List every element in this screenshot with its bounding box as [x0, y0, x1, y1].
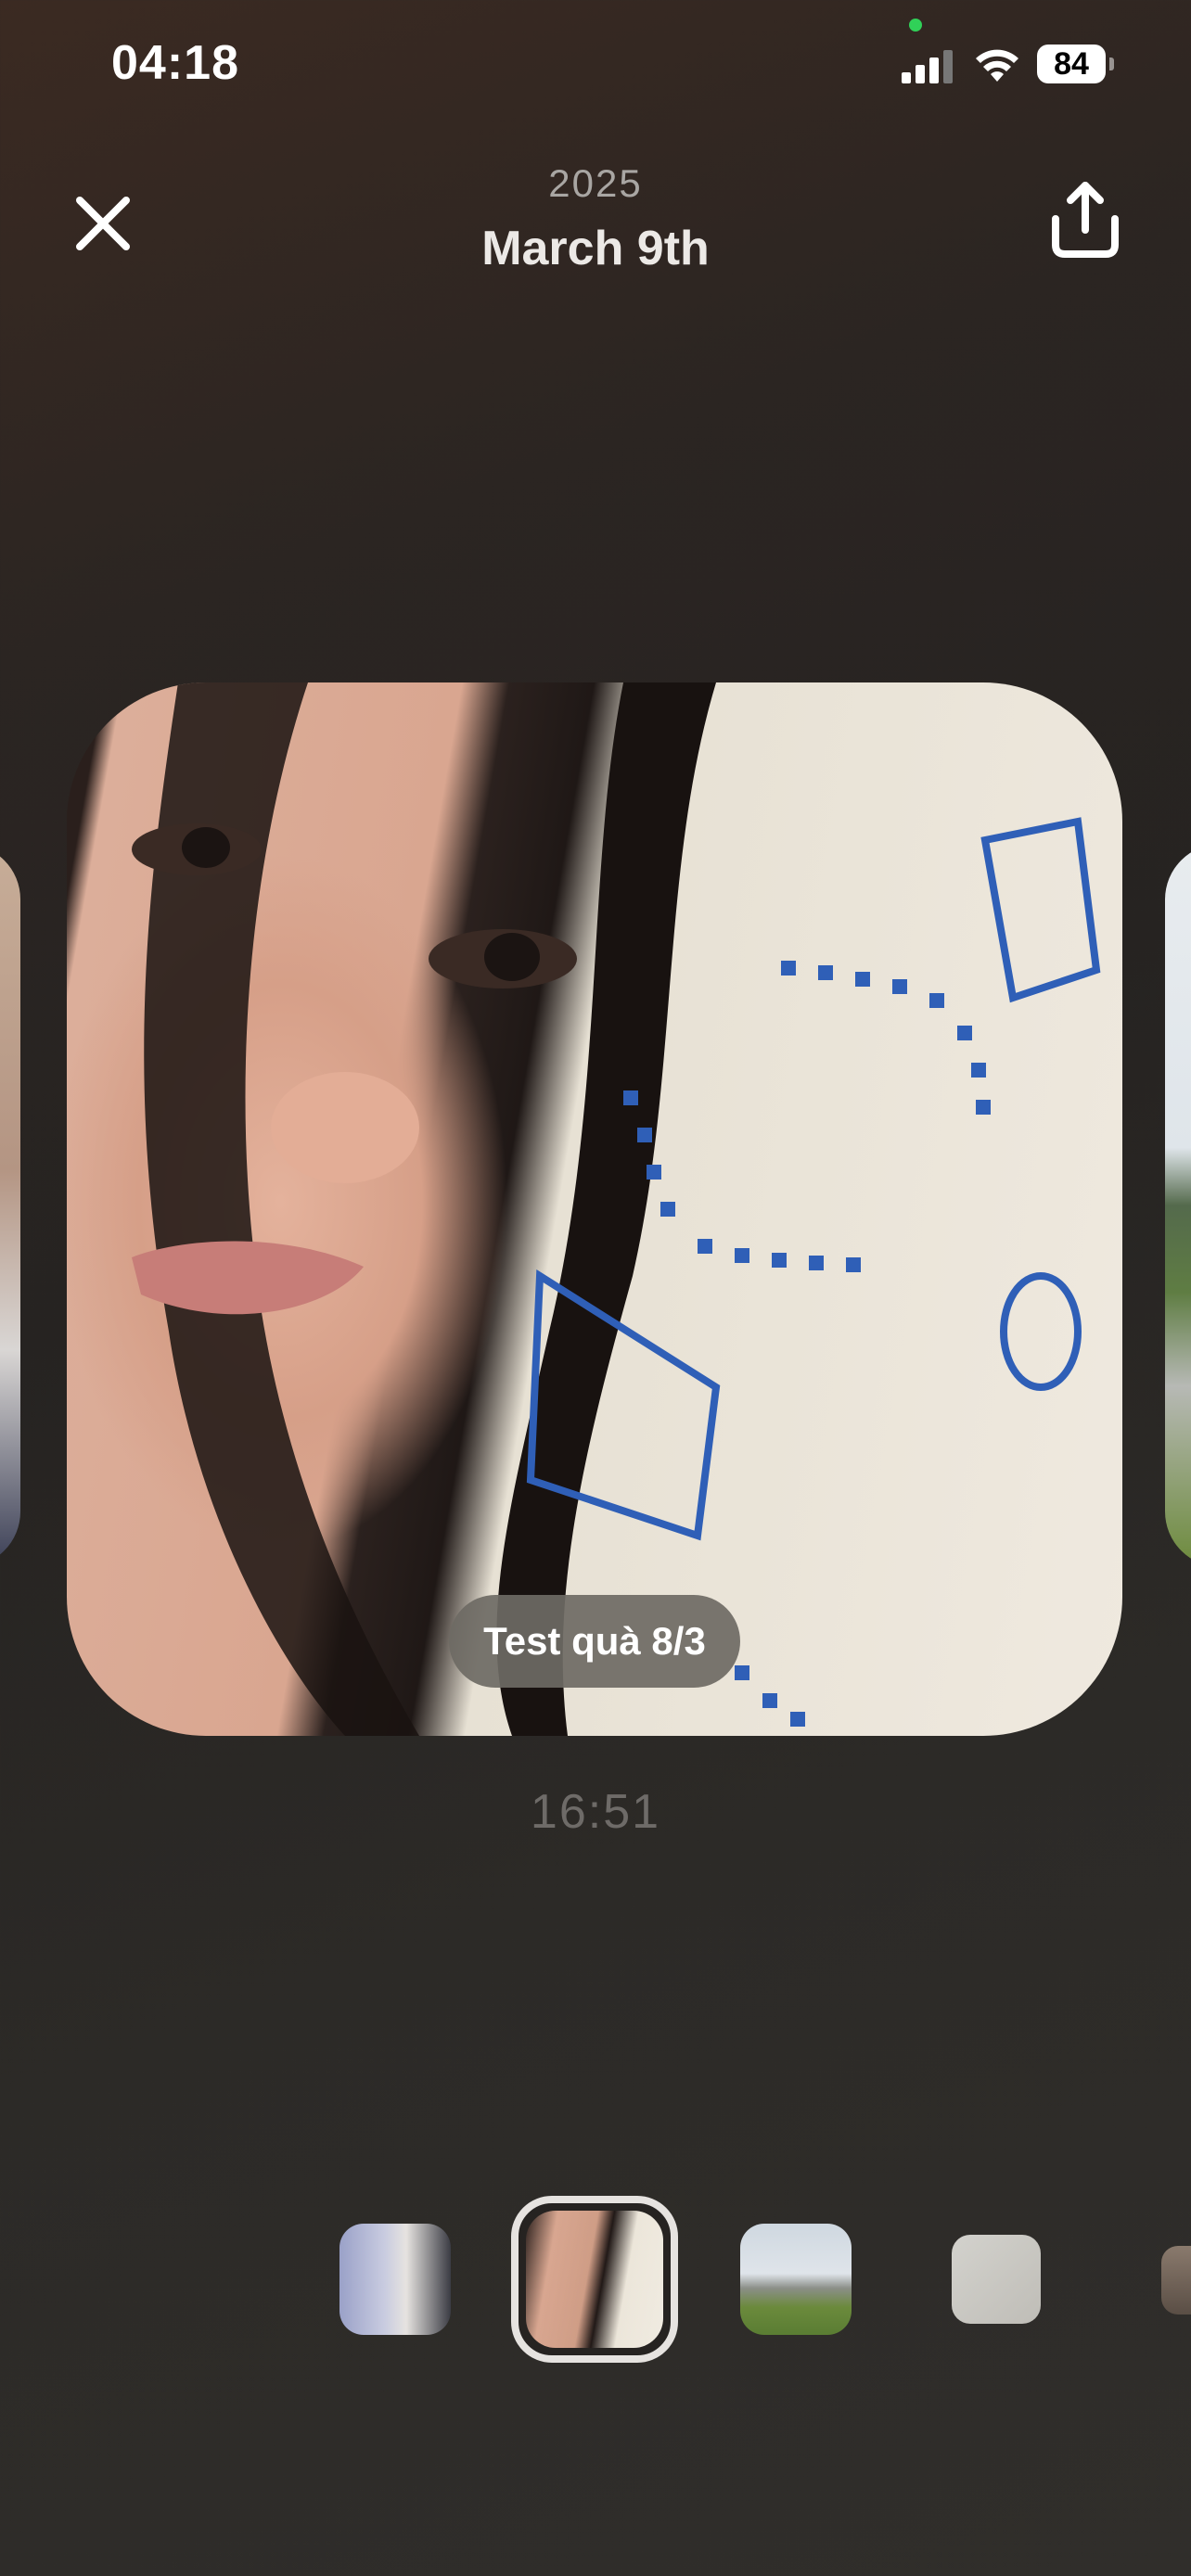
share-icon[interactable]	[1048, 180, 1122, 260]
battery-level: 84	[1054, 45, 1089, 82]
status-time: 04:18	[111, 36, 239, 90]
battery-indicator: 84	[1037, 45, 1106, 83]
photo-time: 16:51	[530, 1785, 661, 1839]
thumbnail-2-selected[interactable]	[526, 2211, 663, 2348]
photo-caption: Test quà 8/3	[449, 1595, 740, 1688]
previous-photo-peek[interactable]	[0, 844, 20, 1567]
next-photo-peek[interactable]	[1165, 844, 1191, 1567]
thumbnail-4[interactable]	[952, 2235, 1041, 2324]
header-date: March 9th	[481, 222, 710, 275]
thumbnail-3[interactable]	[740, 2224, 852, 2335]
main-photo[interactable]	[67, 682, 1122, 1736]
header-year: 2025	[548, 161, 643, 205]
cellular-signal-icon	[902, 50, 953, 83]
wifi-icon	[976, 49, 1018, 82]
thumbnail-1[interactable]	[339, 2224, 451, 2335]
photo-content	[132, 682, 1101, 1736]
battery-tip	[1109, 57, 1114, 70]
thumbnail-5[interactable]	[1161, 2246, 1191, 2315]
privacy-indicator-dot	[909, 19, 922, 32]
